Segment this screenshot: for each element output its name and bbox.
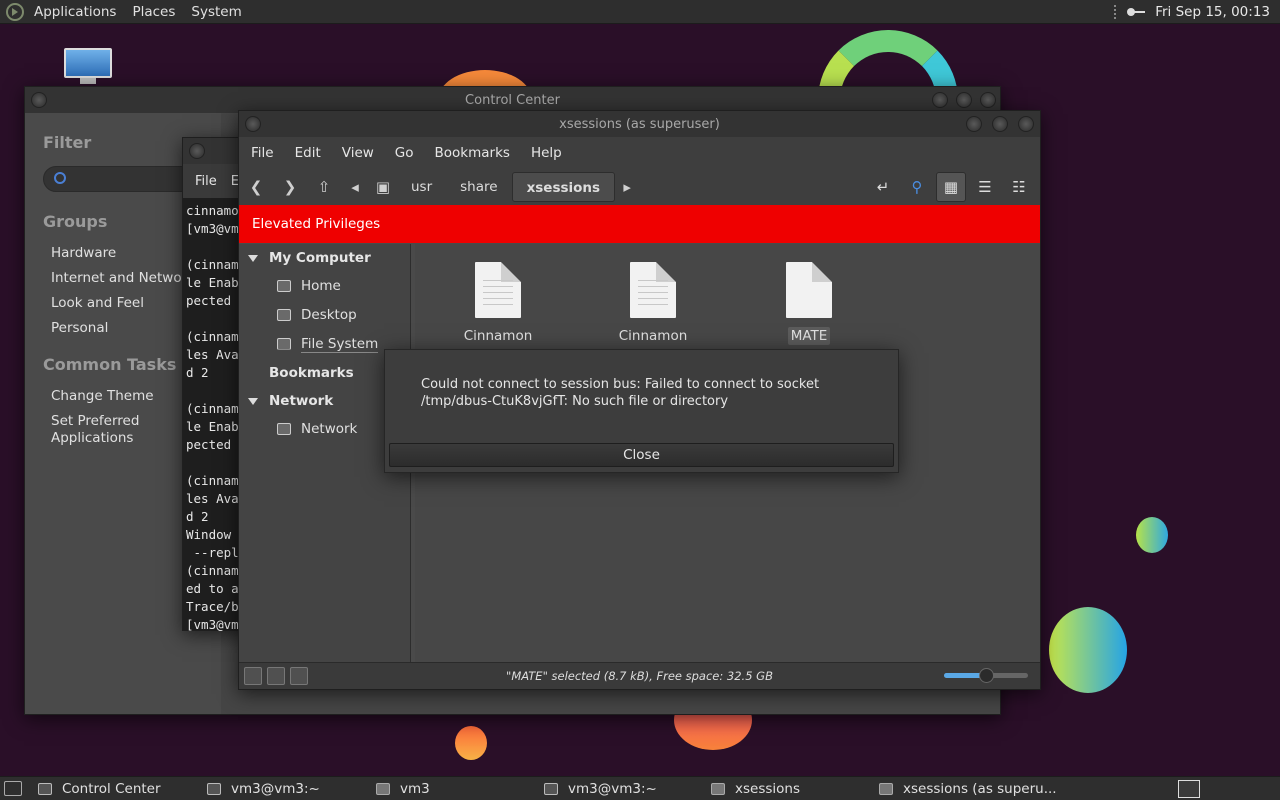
breadcrumb-left-icon[interactable]: ◂ bbox=[341, 178, 369, 196]
task-set-preferred-apps[interactable]: Set Preferred Applications bbox=[51, 413, 161, 447]
breadcrumb-right-icon[interactable]: ▸ bbox=[615, 178, 639, 196]
file-label: Cinnamon bbox=[618, 328, 688, 344]
file-item-selected[interactable]: MATE bbox=[754, 262, 864, 345]
text-file-icon bbox=[630, 262, 676, 318]
top-panel: Applications Places System Fri Sep 15, 0… bbox=[0, 0, 1280, 24]
file-item[interactable]: Cinnamon bbox=[443, 262, 553, 345]
menu-logo-icon[interactable] bbox=[6, 2, 24, 21]
menu-file[interactable]: File bbox=[195, 174, 217, 189]
list-view-icon[interactable]: ☰ bbox=[970, 172, 1000, 202]
menu-bookmarks[interactable]: Bookmarks bbox=[435, 145, 510, 161]
drive-icon bbox=[277, 338, 291, 350]
sidebar-item-home[interactable]: Home bbox=[239, 272, 410, 301]
status-text: "MATE" selected (8.7 kB), Free space: 32… bbox=[506, 669, 773, 683]
search-icon bbox=[54, 172, 66, 184]
maximize-button[interactable] bbox=[956, 92, 972, 108]
file-label: Cinnamon bbox=[463, 328, 533, 344]
workspace-switcher-icon[interactable] bbox=[1178, 780, 1200, 798]
expander-icon bbox=[248, 255, 258, 262]
up-icon[interactable]: ⇧ bbox=[307, 178, 341, 196]
breadcrumb-usr[interactable]: usr bbox=[397, 172, 446, 202]
maximize-button[interactable] bbox=[992, 116, 1008, 132]
menu-view[interactable]: View bbox=[342, 145, 374, 161]
folder-icon bbox=[711, 782, 725, 795]
filter-search-input[interactable] bbox=[43, 166, 203, 192]
sidebar-heading-my-computer[interactable]: My Computer bbox=[239, 244, 410, 272]
task-control-center[interactable]: Control Center bbox=[38, 777, 161, 800]
wallpaper-blob bbox=[1136, 517, 1168, 553]
key-icon[interactable] bbox=[1127, 7, 1146, 17]
zoom-slider[interactable] bbox=[944, 668, 1028, 683]
forward-icon[interactable]: ❯ bbox=[273, 178, 307, 196]
terminal-icon bbox=[544, 782, 558, 795]
window-title: Control Center bbox=[465, 92, 560, 108]
wallpaper-blob bbox=[455, 726, 487, 760]
window-title: xsessions (as superuser) bbox=[559, 116, 720, 132]
error-message: Could not connect to session bus: Failed… bbox=[421, 377, 820, 409]
sidebar-item-desktop[interactable]: Desktop bbox=[239, 301, 410, 330]
window-menu-button[interactable] bbox=[245, 116, 261, 132]
task-xsessions-superuser[interactable]: xsessions (as superu... bbox=[879, 777, 1057, 800]
task-xsessions[interactable]: xsessions bbox=[711, 777, 800, 800]
menu-system[interactable]: System bbox=[191, 4, 241, 20]
text-file-icon bbox=[475, 262, 521, 318]
search-icon[interactable]: ⚲ bbox=[902, 172, 932, 202]
terminal-icon bbox=[207, 782, 221, 795]
window-menu-button[interactable] bbox=[189, 143, 205, 159]
folder-icon bbox=[879, 782, 893, 795]
menubar: File Edit View Go Bookmarks Help bbox=[239, 137, 1040, 169]
network-icon bbox=[277, 423, 291, 435]
control-center-icon bbox=[38, 782, 52, 795]
back-icon[interactable]: ❮ bbox=[239, 178, 273, 196]
panel-separator bbox=[1114, 5, 1117, 19]
close-button[interactable] bbox=[980, 92, 996, 108]
menu-places[interactable]: Places bbox=[132, 4, 175, 20]
window-menu-button[interactable] bbox=[31, 92, 47, 108]
expander-icon bbox=[248, 398, 258, 405]
task-terminal-2[interactable]: vm3@vm3:~ bbox=[544, 777, 657, 800]
folder-icon bbox=[376, 782, 390, 795]
breadcrumb-share[interactable]: share bbox=[446, 172, 511, 202]
task-terminal-1[interactable]: vm3@vm3:~ bbox=[207, 777, 320, 800]
compact-view-icon[interactable]: ☷ bbox=[1004, 172, 1034, 202]
desktop-icon bbox=[277, 309, 291, 321]
drive-icon[interactable]: ▣ bbox=[369, 178, 397, 196]
menu-edit[interactable]: Edit bbox=[295, 145, 321, 161]
icon-view-icon[interactable]: ▦ bbox=[936, 172, 966, 202]
statusbar: "MATE" selected (8.7 kB), Free space: 32… bbox=[239, 662, 1040, 689]
file-label: MATE bbox=[787, 327, 831, 345]
minimize-button[interactable] bbox=[932, 92, 948, 108]
menu-file[interactable]: File bbox=[251, 145, 274, 161]
menu-go[interactable]: Go bbox=[395, 145, 414, 161]
banner-text: Elevated Privileges bbox=[252, 216, 381, 232]
close-button[interactable]: Close bbox=[389, 443, 894, 467]
computer-icon[interactable] bbox=[62, 46, 114, 86]
breadcrumb-xsessions[interactable]: xsessions bbox=[511, 172, 616, 202]
taskbar: Control Center vm3@vm3:~ vm3 vm3@vm3:~ x… bbox=[0, 776, 1280, 800]
elevated-privileges-banner: Elevated Privileges bbox=[239, 205, 1040, 243]
toolbar: ❮ ❯ ⇧ ◂ ▣ usr share xsessions ▸ ↵ ⚲ ▦ ☰ … bbox=[239, 169, 1040, 205]
menu-help[interactable]: Help bbox=[531, 145, 562, 161]
clock[interactable]: Fri Sep 15, 00:13 bbox=[1155, 4, 1270, 20]
error-dialog: Could not connect to session bus: Failed… bbox=[384, 349, 899, 473]
minimize-button[interactable] bbox=[966, 116, 982, 132]
wallpaper-blob bbox=[1049, 607, 1127, 693]
home-icon bbox=[277, 280, 291, 292]
file-item[interactable]: Cinnamon bbox=[598, 262, 708, 345]
toggle-location-icon[interactable]: ↵ bbox=[868, 172, 898, 202]
zoom-slider-handle[interactable] bbox=[979, 668, 994, 683]
titlebar[interactable]: xsessions (as superuser) bbox=[239, 111, 1040, 137]
task-folder-vm3[interactable]: vm3 bbox=[376, 777, 430, 800]
menu-applications[interactable]: Applications bbox=[34, 4, 116, 20]
text-file-icon bbox=[786, 262, 832, 318]
show-desktop-icon[interactable] bbox=[4, 781, 22, 796]
close-button[interactable] bbox=[1018, 116, 1034, 132]
